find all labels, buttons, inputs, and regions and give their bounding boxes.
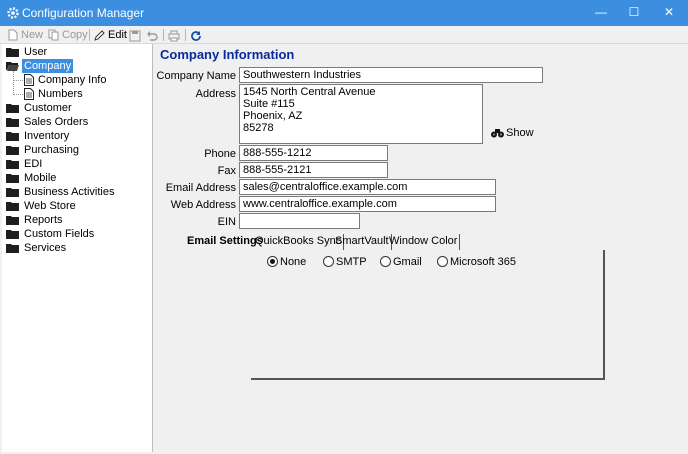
phone-label: Phone bbox=[204, 148, 236, 160]
address-field[interactable]: 1545 North Central Avenue Suite #115 Pho… bbox=[239, 84, 483, 144]
tab-window-color[interactable]: Window Color bbox=[387, 234, 461, 250]
radio-label: Gmail bbox=[393, 256, 422, 268]
toolbar-separator bbox=[89, 29, 90, 41]
tree-guide-line bbox=[13, 80, 23, 81]
copy-button[interactable]: Copy bbox=[48, 28, 88, 42]
window-title: Configuration Manager bbox=[22, 6, 145, 20]
radio-circle bbox=[323, 256, 334, 267]
title-bar: Configuration Manager — ☐ ✕ bbox=[0, 0, 688, 26]
ein-field[interactable] bbox=[239, 213, 360, 229]
refresh-icon[interactable] bbox=[190, 29, 202, 43]
tree-guide-line bbox=[13, 94, 23, 95]
tree-item-label: EDI bbox=[24, 158, 43, 170]
tree-item-label: Business Activities bbox=[24, 186, 115, 198]
folder-icon bbox=[6, 132, 19, 141]
folder-icon bbox=[6, 118, 19, 127]
radio-gmail[interactable]: Gmail bbox=[380, 255, 422, 269]
tree-item-label: Purchasing bbox=[24, 144, 80, 156]
new-label: New bbox=[21, 29, 44, 41]
document-icon bbox=[24, 88, 34, 100]
print-icon[interactable] bbox=[168, 29, 180, 43]
tree-item-label: Mobile bbox=[24, 172, 57, 184]
address-line: Suite #115 bbox=[243, 98, 295, 110]
address-line: 1545 North Central Avenue bbox=[243, 86, 376, 98]
web-address-field[interactable]: www.centraloffice.example.com bbox=[239, 196, 496, 212]
folder-icon bbox=[6, 244, 19, 253]
tree-item-label: Reports bbox=[24, 214, 63, 226]
folder-icon bbox=[6, 160, 19, 169]
toolbar: New Copy Edit bbox=[0, 26, 688, 44]
email-settings-panel bbox=[251, 250, 605, 380]
radio-circle bbox=[267, 256, 278, 267]
folder-icon bbox=[6, 48, 19, 57]
radio-none[interactable]: None bbox=[267, 255, 306, 269]
folder-icon bbox=[6, 230, 19, 239]
copy-icon bbox=[48, 29, 59, 41]
binoculars-icon bbox=[491, 129, 504, 138]
tree-item-label: Sales Orders bbox=[24, 116, 89, 128]
radio-label: SMTP bbox=[336, 256, 367, 268]
tree-item-label: User bbox=[24, 46, 48, 58]
radio-label: Microsoft 365 bbox=[450, 256, 517, 268]
fax-field[interactable]: 888-555-2121 bbox=[239, 162, 388, 178]
document-icon bbox=[24, 74, 34, 86]
edit-label: Edit bbox=[108, 29, 127, 41]
ein-label: EIN bbox=[217, 216, 236, 228]
email-address-field[interactable]: sales@centraloffice.example.com bbox=[239, 179, 496, 195]
new-document-icon bbox=[8, 29, 18, 41]
tree-item-label: Company bbox=[22, 59, 74, 73]
section-title: Company Information bbox=[160, 47, 295, 62]
tree-item-label: Custom Fields bbox=[24, 228, 95, 240]
fax-label: Fax bbox=[217, 165, 236, 177]
phone-field[interactable]: 888-555-1212 bbox=[239, 145, 388, 161]
radio-label: None bbox=[280, 256, 307, 268]
folder-icon bbox=[6, 104, 19, 113]
web-address-label: Web Address bbox=[170, 199, 236, 211]
tree-item-label: Numbers bbox=[38, 88, 83, 100]
tab-smartvault[interactable]: SmartVault bbox=[333, 234, 392, 250]
folder-icon bbox=[6, 188, 19, 197]
tree-item-label: Customer bbox=[24, 102, 72, 114]
radio-smtp[interactable]: SMTP bbox=[323, 255, 367, 269]
gear-icon bbox=[7, 7, 19, 19]
folder-icon bbox=[6, 216, 19, 225]
maximize-button[interactable]: ☐ bbox=[617, 0, 651, 26]
copy-label: Copy bbox=[62, 29, 88, 41]
radio-microsoft-365[interactable]: Microsoft 365 bbox=[437, 255, 516, 269]
radio-circle bbox=[437, 256, 448, 267]
tab-quickbooks-sync[interactable]: QuickBooks Sync bbox=[253, 234, 345, 250]
navigation-tree: User Company Company Info Numbers Custom… bbox=[2, 44, 153, 452]
company-name-label: Company Name bbox=[156, 70, 236, 82]
show-map-button[interactable]: Show bbox=[491, 127, 534, 139]
folder-icon bbox=[6, 174, 19, 183]
tree-item-label: Company Info bbox=[38, 74, 107, 86]
email-address-label: Email Address bbox=[165, 182, 236, 194]
address-label: Address bbox=[195, 88, 236, 100]
toolbar-separator bbox=[185, 29, 186, 41]
save-icon[interactable] bbox=[129, 29, 141, 43]
pencil-icon bbox=[94, 29, 105, 41]
edit-button[interactable]: Edit bbox=[94, 28, 127, 42]
tree-item-label: Inventory bbox=[24, 130, 70, 142]
close-button[interactable]: ✕ bbox=[652, 0, 686, 26]
radio-circle bbox=[380, 256, 391, 267]
company-name-field[interactable]: Southwestern Industries bbox=[239, 67, 543, 83]
show-label: Show bbox=[506, 127, 534, 139]
address-line: 85278 bbox=[243, 122, 274, 134]
new-button[interactable]: New bbox=[8, 28, 43, 42]
toolbar-separator bbox=[163, 29, 164, 41]
company-information-panel: Company Information Company Name Southwe… bbox=[155, 44, 686, 452]
address-line: Phoenix, AZ bbox=[243, 110, 303, 122]
tree-item-label: Services bbox=[24, 242, 67, 254]
undo-icon[interactable] bbox=[146, 29, 158, 43]
tree-guide-line bbox=[13, 71, 14, 95]
folder-icon bbox=[6, 146, 19, 155]
minimize-button[interactable]: — bbox=[584, 0, 618, 26]
open-folder-icon bbox=[6, 62, 19, 71]
tree-item-label: Web Store bbox=[24, 200, 76, 212]
folder-icon bbox=[6, 202, 19, 211]
